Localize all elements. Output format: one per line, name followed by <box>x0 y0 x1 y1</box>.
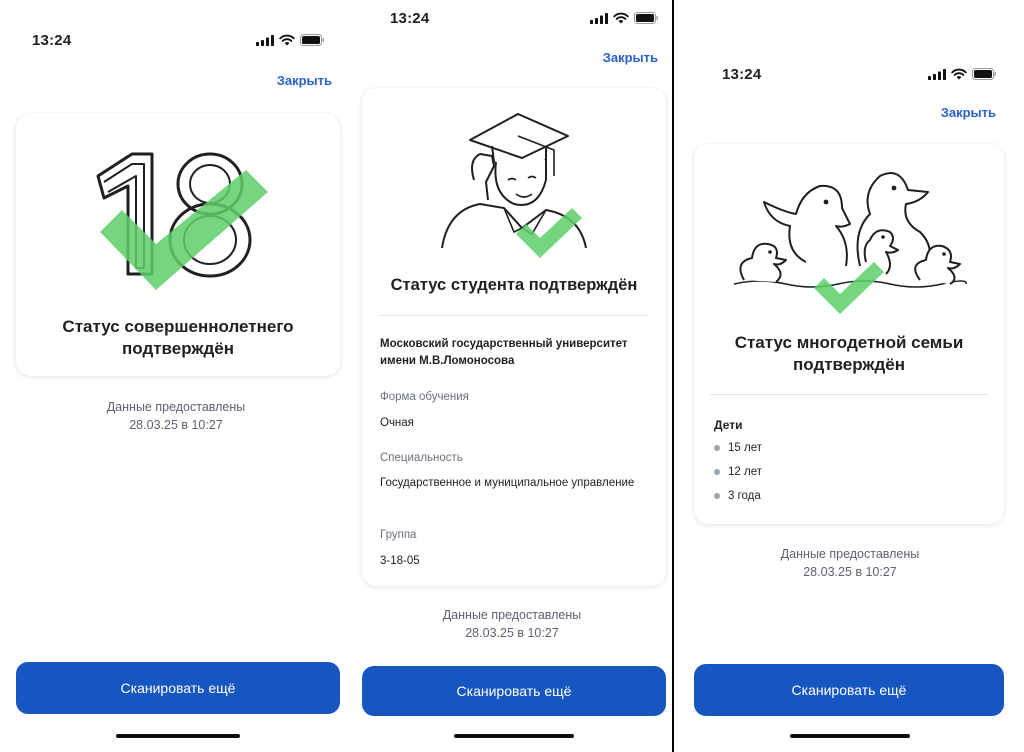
bullet-icon <box>714 445 720 451</box>
system-icons <box>928 68 996 80</box>
provided-label: Данные предоставлены <box>780 547 920 561</box>
child-list-item: 12 лет <box>714 466 762 478</box>
child-list-item: 3 года <box>714 490 761 502</box>
screen-large-family-status: 13:24 Закрыть Статус многодетной семьи п… <box>676 0 1024 752</box>
provided-date: 28.03.25 в 10:27 <box>803 565 897 579</box>
status-title: Статус студента подтверждён <box>390 276 638 294</box>
child-age: 12 лет <box>728 466 762 478</box>
wifi-icon <box>951 68 967 80</box>
home-indicator <box>454 734 574 738</box>
battery-icon <box>300 34 324 46</box>
student-status-card: Статус студента подтверждён Московский г… <box>362 88 666 586</box>
system-icons <box>256 34 324 46</box>
cellular-signal-icon <box>928 68 946 80</box>
provided-date: 28.03.25 в 10:27 <box>465 626 559 640</box>
checkmark-icon <box>516 208 582 258</box>
checkmark-icon <box>814 262 884 314</box>
battery-icon <box>972 68 996 80</box>
provided-date: 28.03.25 в 10:27 <box>129 418 223 432</box>
system-icons <box>590 12 658 24</box>
provided-note: Данные предоставлены 28.03.25 в 10:27 <box>0 398 352 434</box>
study-form-value: Очная <box>380 417 414 429</box>
adult-status-card: Статус совершеннолетнего подтверждён <box>16 114 340 376</box>
status-title: Статус многодетной семьи подтверждён <box>734 333 964 374</box>
child-age: 3 года <box>728 490 761 502</box>
status-time: 13:24 <box>390 10 430 27</box>
children-title: Дети <box>714 418 743 432</box>
status-time: 13:24 <box>32 32 72 49</box>
provided-note: Данные предоставлены 28.03.25 в 10:27 <box>676 545 1024 581</box>
close-link[interactable]: Закрыть <box>277 73 332 88</box>
close-link[interactable]: Закрыть <box>603 50 658 65</box>
home-indicator <box>790 734 910 738</box>
child-list-item: 15 лет <box>714 442 762 454</box>
home-indicator <box>116 734 240 738</box>
screen-student-status: 13:24 Закрыть Статус студента подтверждё… <box>352 0 672 752</box>
cellular-signal-icon <box>256 34 274 46</box>
scan-again-button[interactable]: Сканировать ещё <box>362 666 666 716</box>
child-age: 15 лет <box>728 442 762 454</box>
bullet-icon <box>714 493 720 499</box>
status-title: Статус совершеннолетнего подтверждён <box>62 317 294 358</box>
group-label: Группа <box>380 529 417 541</box>
wifi-icon <box>613 12 629 24</box>
specialty-label: Специальность <box>380 452 463 464</box>
scan-again-button[interactable]: Сканировать ещё <box>16 662 340 714</box>
checkmark-icon <box>100 170 268 290</box>
large-family-status-card: Статус многодетной семьи подтверждён Дет… <box>694 144 1004 524</box>
cellular-signal-icon <box>590 12 608 24</box>
close-link[interactable]: Закрыть <box>941 105 996 120</box>
status-bar: 13:24 <box>0 30 352 54</box>
wifi-icon <box>279 34 295 46</box>
provided-label: Данные предоставлены <box>442 608 582 622</box>
university-name: Московский государственный университет и… <box>380 338 628 367</box>
status-bar: 13:24 <box>352 8 672 32</box>
scan-again-button[interactable]: Сканировать ещё <box>694 664 1004 716</box>
card-divider <box>710 394 988 395</box>
screen-adult-status: 13:24 Закрыть Статус совершеннолетнего п… <box>0 0 352 752</box>
battery-icon <box>634 12 658 24</box>
screen-separator <box>672 0 674 752</box>
provided-label: Данные предоставлены <box>106 400 246 414</box>
card-divider <box>380 315 648 316</box>
status-bar: 13:24 <box>676 64 1024 88</box>
status-time: 13:24 <box>722 66 762 83</box>
bullet-icon <box>714 469 720 475</box>
specialty-value: Государственное и муниципальное управлен… <box>380 477 635 489</box>
study-form-label: Форма обучения <box>380 391 469 403</box>
group-value: 3-18-05 <box>380 555 420 567</box>
provided-note: Данные предоставлены 28.03.25 в 10:27 <box>352 606 672 642</box>
